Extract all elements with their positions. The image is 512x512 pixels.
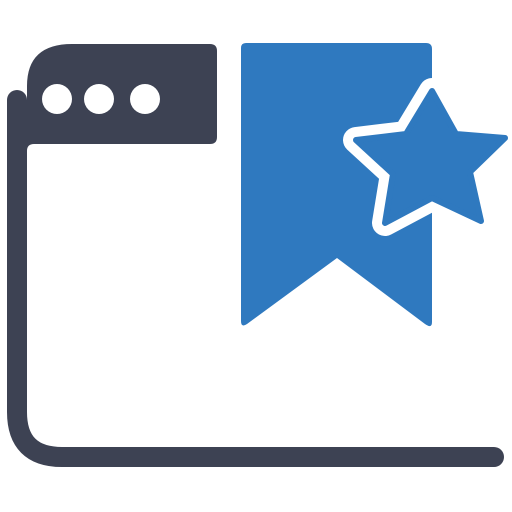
icon-canvas [0, 0, 512, 512]
window-dot-3 [130, 84, 160, 114]
bookmark-browser-star-icon [7, 43, 512, 467]
window-dot-2 [84, 84, 114, 114]
window-dot-1 [42, 84, 72, 114]
